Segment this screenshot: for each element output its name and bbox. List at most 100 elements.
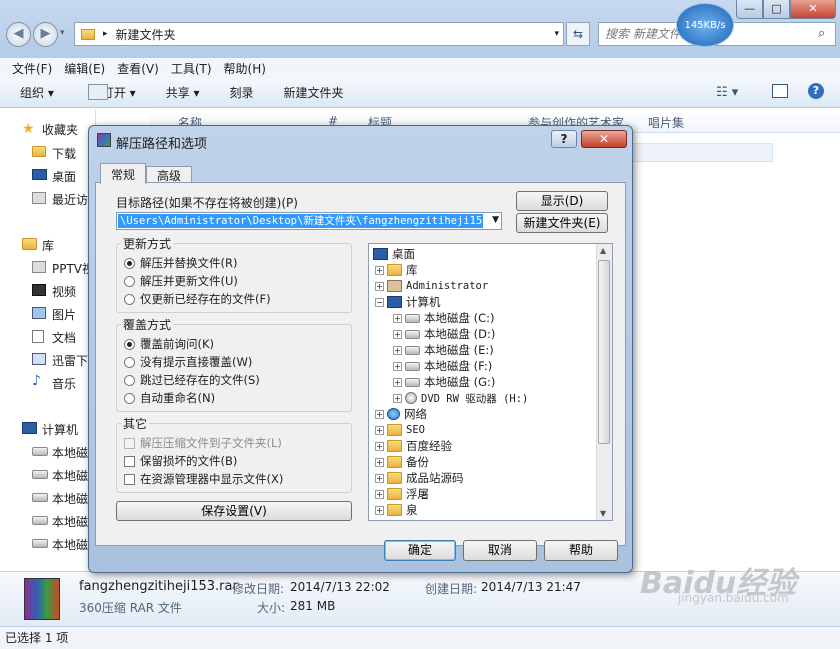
ok-button[interactable]: 确定 (384, 540, 456, 561)
radio-icon[interactable] (124, 275, 135, 287)
update-option-replace[interactable]: 解压并替换文件(R) (124, 255, 237, 271)
selected-file-row[interactable] (632, 143, 773, 162)
update-option-update[interactable]: 解压并更新文件(U) (124, 273, 238, 289)
checkbox-icon[interactable] (124, 437, 135, 449)
sidebar-item-disk[interactable]: 本地磁 (52, 536, 88, 553)
expand-icon[interactable]: + (393, 313, 402, 323)
radio-icon[interactable] (124, 293, 135, 305)
tree-node-network[interactable]: + 网络 (375, 406, 427, 422)
menu-view[interactable]: 查看(V) (111, 60, 165, 77)
tree-node-disk-e[interactable]: + 本地磁盘 (E:) (393, 342, 494, 358)
dialog-close-button[interactable]: ✕ (581, 130, 627, 148)
misc-option-keep-broken[interactable]: 保留损坏的文件(B) (124, 453, 237, 469)
tree-node-folder[interactable]: + 百度经验 (375, 438, 452, 454)
expand-icon[interactable]: + (393, 393, 402, 403)
scroll-up-icon[interactable]: ▲ (600, 246, 606, 255)
tree-node-disk-g[interactable]: + 本地磁盘 (G:) (393, 374, 495, 390)
radio-icon[interactable] (124, 374, 135, 386)
menu-file[interactable]: 文件(F) (6, 60, 58, 77)
save-settings-button[interactable]: 保存设置(V) (116, 501, 352, 521)
maximize-button[interactable]: □ (763, 0, 790, 19)
sidebar-item-disk[interactable]: 本地磁 (52, 444, 88, 461)
overwrite-option-skip[interactable]: 跳过已经存在的文件(S) (124, 372, 260, 388)
overwrite-option-rename[interactable]: 自动重命名(N) (124, 390, 215, 406)
share-button[interactable]: 共享 ▾ (166, 84, 200, 101)
forward-button[interactable]: ▶ (33, 22, 58, 47)
tree-node-folder[interactable]: + 泉 (375, 502, 418, 518)
sidebar-item-music[interactable]: 音乐 (52, 375, 76, 392)
expand-icon[interactable]: + (393, 377, 402, 387)
menu-tools[interactable]: 工具(T) (165, 60, 218, 77)
sidebar-item-pictures[interactable]: 图片 (52, 306, 76, 323)
expand-icon[interactable]: + (375, 505, 384, 515)
preview-pane-icon[interactable] (772, 84, 788, 98)
expand-icon[interactable]: + (393, 361, 402, 371)
misc-option-show-in-explorer[interactable]: 在资源管理器中显示文件(X) (124, 471, 283, 487)
cancel-button[interactable]: 取消 (463, 540, 537, 561)
tab-advanced[interactable]: 高级 (146, 166, 193, 183)
tree-node-disk-f[interactable]: + 本地磁盘 (F:) (393, 358, 492, 374)
tree-node-folder[interactable]: + SEO (375, 422, 425, 438)
checkbox-icon[interactable] (124, 455, 135, 467)
tree-node-computer[interactable]: − 计算机 (375, 294, 441, 310)
sidebar-item-disk[interactable]: 本地磁 (52, 513, 88, 530)
sidebar-item-favorites[interactable]: 收藏夹 (42, 121, 78, 138)
menu-edit[interactable]: 编辑(E) (58, 60, 111, 77)
expand-icon[interactable]: + (375, 425, 384, 435)
tree-node-folder[interactable]: + 备份 (375, 454, 429, 470)
tree-node-folder[interactable]: + 浮屠 (375, 486, 429, 502)
expand-icon[interactable]: + (375, 457, 384, 467)
radio-icon[interactable] (124, 257, 135, 269)
tree-node-libraries[interactable]: + 库 (375, 262, 418, 278)
refresh-button[interactable]: ⇆ (566, 22, 590, 46)
expand-icon[interactable]: + (375, 265, 384, 275)
expand-icon[interactable]: + (375, 489, 384, 499)
sidebar-item-downloads[interactable]: 下载 (52, 145, 76, 162)
overwrite-option-ask[interactable]: 覆盖前询问(K) (124, 336, 214, 352)
tree-node-disk-d[interactable]: + 本地磁盘 (D:) (393, 326, 495, 342)
tree-node-desktop[interactable]: 桌面 (373, 246, 415, 262)
checkbox-icon[interactable] (124, 473, 135, 485)
sidebar-item-disk[interactable]: 本地磁 (52, 467, 88, 484)
tree-node-disk-c[interactable]: + 本地磁盘 (C:) (393, 310, 495, 326)
radio-icon[interactable] (124, 392, 135, 404)
close-button[interactable]: ✕ (790, 0, 836, 19)
new-folder-dialog-button[interactable]: 新建文件夹(E) (516, 213, 608, 233)
sidebar-item-disk[interactable]: 本地磁 (52, 490, 88, 507)
menu-help[interactable]: 帮助(H) (218, 60, 272, 77)
collapse-icon[interactable]: − (375, 297, 384, 307)
sidebar-item-recent[interactable]: 最近访 (52, 191, 88, 208)
tree-scrollbar[interactable]: ▲ ▼ (596, 244, 612, 520)
organize-button[interactable]: 组织 ▾ (20, 84, 54, 101)
sidebar-item-computer[interactable]: 计算机 (42, 421, 78, 438)
tree-node-folder[interactable]: + 成品站源码 (375, 470, 464, 486)
tab-general[interactable]: 常规 (100, 163, 147, 184)
minimize-button[interactable]: — (736, 0, 763, 19)
dialog-help-button[interactable]: ? (551, 130, 577, 148)
radio-icon[interactable] (124, 356, 135, 368)
sidebar-item-documents[interactable]: 文档 (52, 329, 76, 346)
overwrite-option-silent[interactable]: 没有提示直接覆盖(W) (124, 354, 252, 370)
help-icon[interactable]: ? (808, 83, 824, 99)
show-button[interactable]: 显示(D) (516, 191, 608, 211)
expand-icon[interactable]: + (375, 473, 384, 483)
update-option-existing[interactable]: 仅更新已经存在的文件(F) (124, 291, 271, 307)
expand-icon[interactable]: + (393, 329, 402, 339)
folder-tree[interactable]: 桌面 + 库 + Administrator − 计算机 + 本地磁盘 (C:) + 本地… (368, 243, 613, 521)
radio-icon[interactable] (124, 338, 135, 350)
recent-pages-chevron-icon[interactable]: ▾ (60, 28, 65, 38)
expand-icon[interactable]: + (375, 409, 384, 419)
column-album[interactable]: 唱片集 (648, 114, 684, 131)
help-button[interactable]: 帮助 (544, 540, 618, 561)
expand-icon[interactable]: + (393, 345, 402, 355)
sidebar-item-libraries[interactable]: 库 (42, 237, 54, 254)
address-bar[interactable]: ▸ 新建文件夹 ▾ (74, 22, 564, 46)
sidebar-item-xunlei[interactable]: 迅雷下 (52, 352, 88, 369)
view-options-icon[interactable]: ☷ ▾ (716, 85, 738, 100)
tree-node-dvd[interactable]: + DVD RW 驱动器 (H:) (393, 390, 528, 406)
burn-button[interactable]: 刻录 (230, 84, 254, 101)
address-dropdown-icon[interactable]: ▾ (554, 29, 559, 39)
expand-icon[interactable]: + (375, 441, 384, 451)
back-button[interactable]: ◀ (6, 22, 31, 47)
search-icon[interactable]: ⌕ (818, 26, 825, 41)
